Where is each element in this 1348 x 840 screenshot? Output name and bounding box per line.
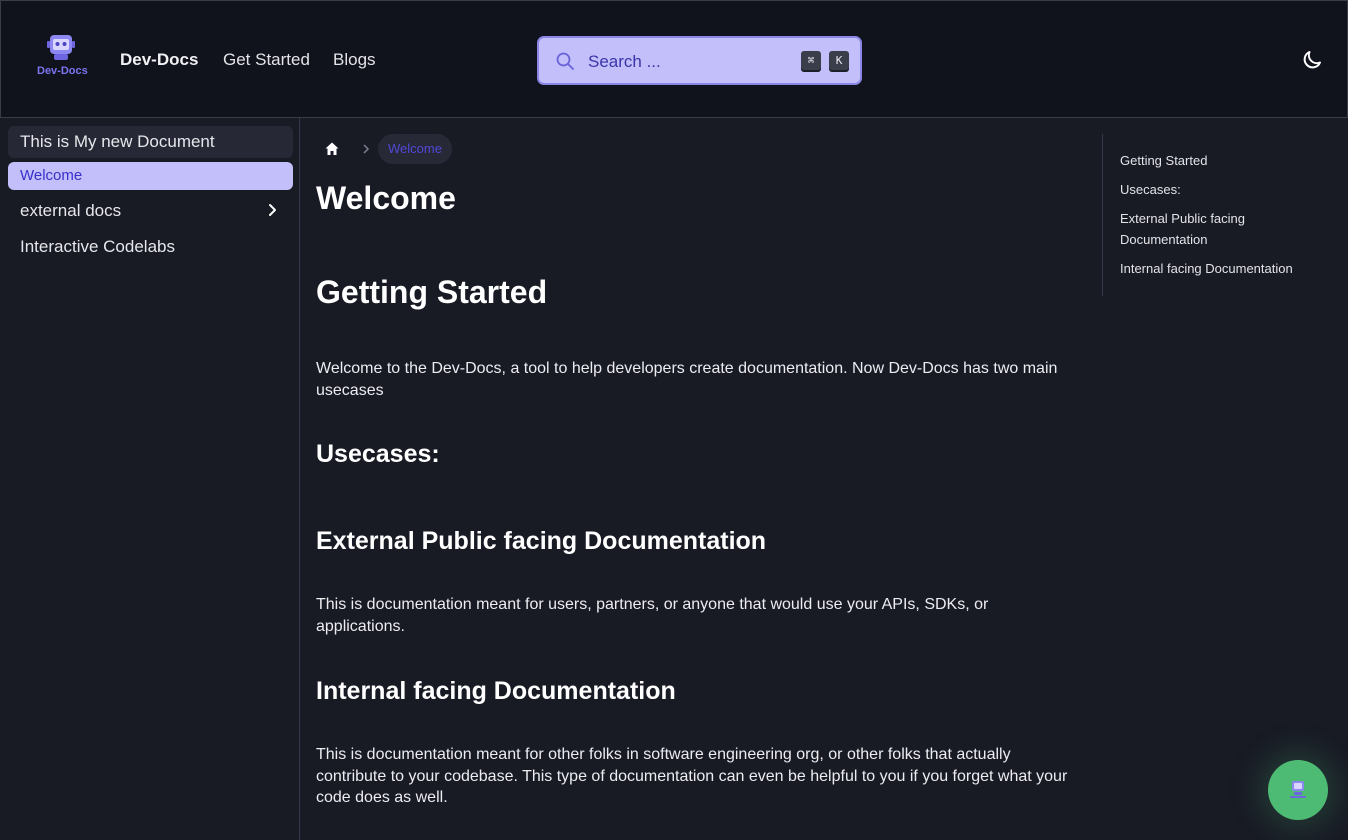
toc-item-usecases[interactable]: Usecases: bbox=[1120, 179, 1320, 200]
heading-getting-started: Getting Started bbox=[316, 274, 548, 310]
chevron-right-icon bbox=[269, 204, 276, 216]
intro-paragraph: Welcome to the Dev-Docs, a tool to help … bbox=[316, 360, 1058, 399]
sidebar-doc-title[interactable]: This is My new Document bbox=[8, 126, 293, 158]
search-placeholder: Search ... bbox=[588, 52, 661, 71]
chat-assistant-button[interactable] bbox=[1268, 760, 1328, 820]
page-title: Welcome bbox=[316, 180, 456, 216]
search-icon bbox=[556, 52, 574, 70]
table-of-contents: Getting Started Usecases: External Publi… bbox=[1102, 134, 1322, 296]
nav-get-started[interactable]: Get Started bbox=[223, 50, 310, 70]
robot-icon bbox=[1290, 781, 1306, 798]
breadcrumb-separator-icon bbox=[363, 144, 370, 154]
sidebar-item-interactive-codelabs[interactable]: Interactive Codelabs bbox=[8, 233, 293, 261]
heading-external-docs: External Public facing Documentation bbox=[316, 527, 767, 555]
external-paragraph: This is documentation meant for users, p… bbox=[316, 596, 989, 635]
logo-text: Dev-Docs bbox=[37, 65, 88, 77]
sidebar: This is My new Document Welcome external… bbox=[0, 118, 300, 840]
breadcrumb-current: Welcome bbox=[378, 134, 452, 164]
nav-blogs[interactable]: Blogs bbox=[333, 50, 376, 70]
home-icon[interactable] bbox=[324, 141, 340, 157]
sidebar-item-label: external docs bbox=[20, 201, 122, 220]
sidebar-item-external-docs[interactable]: external docs bbox=[8, 197, 293, 225]
toc-item-internal[interactable]: Internal facing Documentation bbox=[1120, 258, 1320, 279]
internal-paragraph: This is documentation meant for other fo… bbox=[316, 746, 1068, 806]
dev-docs-logo[interactable]: Dev-Docs bbox=[35, 31, 95, 81]
toc-item-external[interactable]: External Public facing Documentation bbox=[1120, 208, 1320, 250]
search-bar[interactable]: Search ... ⌘ K bbox=[537, 36, 862, 85]
top-navbar: Dev-Docs Dev-Docs Get Started Blogs Sear… bbox=[0, 0, 1348, 118]
toc-item-getting-started[interactable]: Getting Started bbox=[1120, 150, 1320, 171]
shortcut-key-k: K bbox=[829, 51, 849, 70]
shortcut-key-cmd: ⌘ bbox=[801, 51, 821, 70]
heading-usecases: Usecases: bbox=[316, 440, 440, 468]
heading-internal-docs: Internal facing Documentation bbox=[316, 677, 676, 705]
sidebar-item-welcome[interactable]: Welcome bbox=[8, 162, 293, 190]
brand-name[interactable]: Dev-Docs bbox=[120, 50, 198, 70]
moon-icon[interactable] bbox=[1300, 48, 1324, 72]
